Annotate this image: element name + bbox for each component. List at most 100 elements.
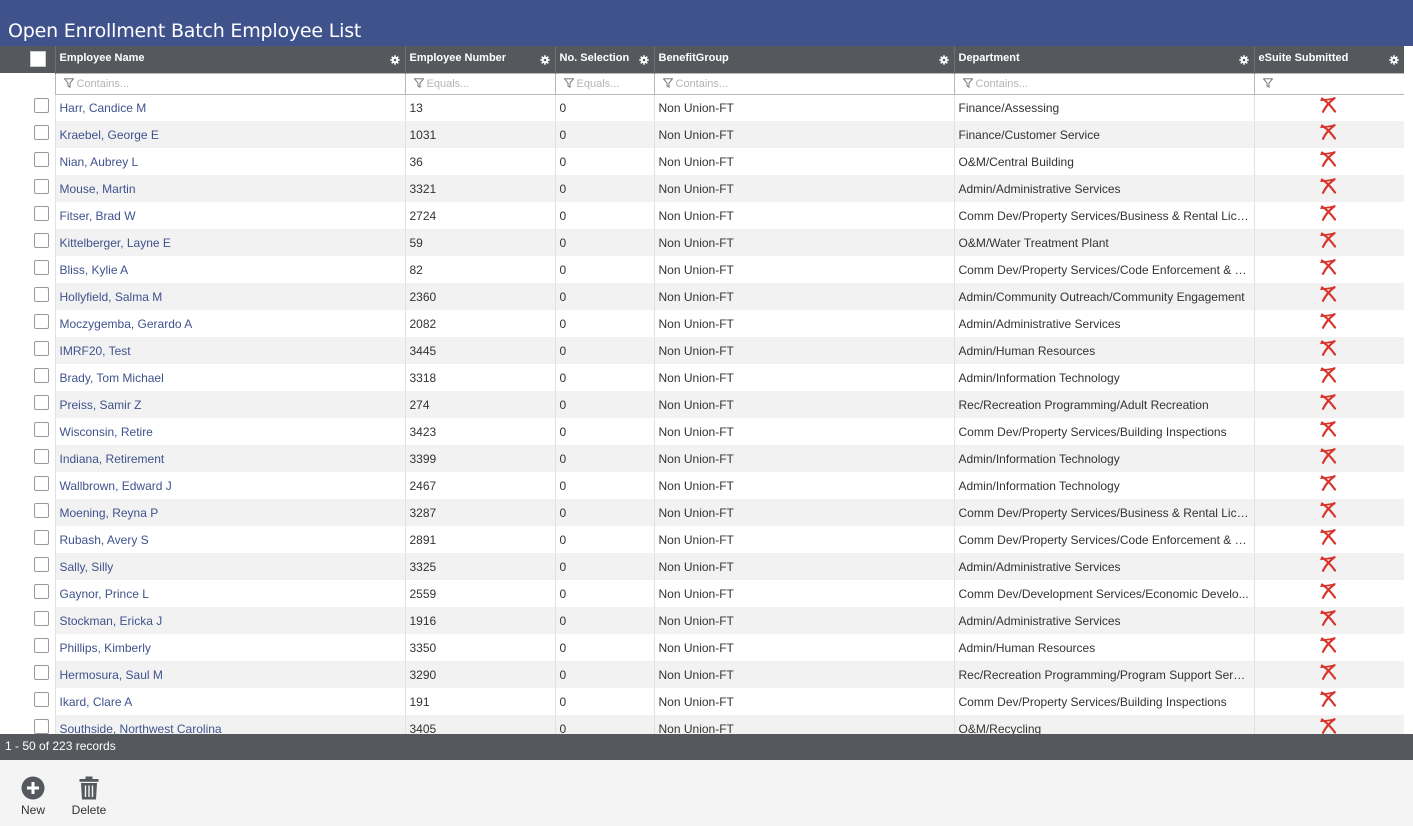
employee-name-link[interactable]: Stockman, Ericka J [60,614,163,628]
table-row[interactable]: Moening, Reyna P 3287 0 Non Union-FT Comm De… [0,499,1404,526]
employee-name-cell[interactable]: Stockman, Ericka J [54,607,405,634]
employee-name-cell[interactable]: Wallbrown, Edward J [54,472,405,499]
column-header-department[interactable]: Department [953,46,1254,73]
table-row[interactable]: Nian, Aubrey L 36 0 Non Union-FT O&M/Central… [0,148,1404,175]
employee-name-link[interactable]: Indiana, Retirement [60,452,165,466]
employee-name-link[interactable]: Southside, Northwest Carolina [60,722,222,735]
employee-name-link[interactable]: Moening, Reyna P [60,506,159,520]
filter-icon[interactable] [1262,78,1273,89]
row-checkbox[interactable] [34,206,49,221]
row-checkbox[interactable] [34,125,49,140]
select-all-checkbox[interactable] [30,51,46,67]
employee-name-cell[interactable]: Gaynor, Prince L [54,580,405,607]
table-row[interactable]: Hollyfield, Salma M 2360 0 Non Union-FT Admi… [0,283,1404,310]
table-row[interactable]: Fitser, Brad W 2724 0 Non Union-FT Comm Dev/… [0,202,1404,229]
table-row[interactable]: Bliss, Kylie A 82 0 Non Union-FT Comm Dev/Pr… [0,256,1404,283]
table-row[interactable]: Brady, Tom Michael 3318 0 Non Union-FT Admin… [0,364,1404,391]
row-checkbox[interactable] [34,314,49,329]
gear-icon[interactable] [1389,55,1399,65]
table-row[interactable]: Mouse, Martin 3321 0 Non Union-FT Admin/Admi… [0,175,1404,202]
employee-name-link[interactable]: Preiss, Samir Z [60,398,142,412]
row-checkbox[interactable] [34,638,49,653]
row-checkbox[interactable] [34,692,49,707]
gear-icon[interactable] [539,55,550,65]
row-checkbox[interactable] [34,584,49,599]
table-row[interactable]: Southside, Northwest Carolina 3405 0 Non Un… [0,715,1404,734]
row-checkbox[interactable] [34,341,49,356]
table-row[interactable]: Kraebel, George E 1031 0 Non Union-FT Financ… [0,121,1404,148]
employee-name-cell[interactable]: Sally, Silly [54,553,405,580]
employee-name-cell[interactable]: Phillips, Kimberly [54,634,405,661]
employee-name-cell[interactable]: Fitser, Brad W [54,202,405,229]
employee-name-cell[interactable]: Moczygemba, Gerardo A [54,310,405,337]
column-header-benefit-group[interactable]: BenefitGroup [653,46,954,73]
employee-name-cell[interactable]: Mouse, Martin [54,175,405,202]
filter-employee-name[interactable]: Contains... [54,72,405,95]
employee-name-link[interactable]: Phillips, Kimberly [60,641,151,655]
employee-name-link[interactable]: IMRF20, Test [60,344,131,358]
employee-name-cell[interactable]: Brady, Tom Michael [54,364,405,391]
filter-icon[interactable] [63,78,74,89]
employee-name-link[interactable]: Rubash, Avery S [60,533,149,547]
table-row[interactable]: Preiss, Samir Z 274 0 Non Union-FT Rec/Recre… [0,391,1404,418]
row-checkbox[interactable] [34,530,49,545]
employee-name-link[interactable]: Hollyfield, Salma M [60,290,163,304]
employee-name-link[interactable]: Bliss, Kylie A [60,263,129,277]
gear-icon[interactable] [638,55,649,65]
employee-name-cell[interactable]: Indiana, Retirement [54,445,405,472]
employee-name-cell[interactable]: IMRF20, Test [54,337,405,364]
employee-name-cell[interactable]: Rubash, Avery S [54,526,405,553]
row-checkbox[interactable] [34,368,49,383]
gear-icon[interactable] [389,55,400,65]
gear-icon[interactable] [938,55,949,65]
row-checkbox[interactable] [34,476,49,491]
filter-employee-number[interactable]: Equals... [404,72,555,95]
employee-name-cell[interactable]: Southside, Northwest Carolina [54,715,405,735]
table-row[interactable]: Phillips, Kimberly 3350 0 Non Union-FT Admin… [0,634,1404,661]
row-checkbox[interactable] [34,449,49,464]
filter-department[interactable]: Contains... [953,72,1254,95]
table-row[interactable]: Wallbrown, Edward J 2467 0 Non Union-FT Admi… [0,472,1404,499]
row-checkbox[interactable] [34,719,49,734]
table-row[interactable]: IMRF20, Test 3445 0 Non Union-FT Admin/Human… [0,337,1404,364]
row-checkbox[interactable] [34,611,49,626]
employee-name-link[interactable]: Moczygemba, Gerardo A [60,317,193,331]
employee-name-cell[interactable]: Kittelberger, Layne E [54,229,405,256]
column-header-employee-name[interactable]: Employee Name [54,46,405,73]
table-row[interactable]: Hermosura, Saul M 3290 0 Non Union-FT Rec/Re… [0,661,1404,688]
employee-name-link[interactable]: Brady, Tom Michael [60,371,164,385]
employee-name-cell[interactable]: Moening, Reyna P [54,499,405,526]
row-checkbox[interactable] [34,665,49,680]
employee-name-cell[interactable]: Preiss, Samir Z [54,391,405,418]
employee-name-link[interactable]: Ikard, Clare A [60,695,133,709]
employee-name-link[interactable]: Gaynor, Prince L [60,587,149,601]
filter-benefit-group[interactable]: Contains... [653,72,954,95]
employee-name-link[interactable]: Wisconsin, Retire [60,425,153,439]
column-header-employee-number[interactable]: Employee Number [404,46,555,73]
filter-no-selection[interactable]: Equals... [554,72,654,95]
row-checkbox[interactable] [34,422,49,437]
row-checkbox[interactable] [34,233,49,248]
table-row[interactable]: Ikard, Clare A 191 0 Non Union-FT Comm Dev/P… [0,688,1404,715]
employee-name-cell[interactable]: Nian, Aubrey L [54,148,405,175]
row-checkbox[interactable] [34,98,49,113]
employee-name-link[interactable]: Harr, Candice M [60,101,147,115]
table-row[interactable]: Harr, Candice M 13 0 Non Union-FT Finance/As… [0,94,1404,121]
filter-icon[interactable] [662,78,673,89]
employee-name-link[interactable]: Nian, Aubrey L [60,155,139,169]
row-checkbox[interactable] [34,557,49,572]
table-row[interactable]: Indiana, Retirement 3399 0 Non Union-FT Admi… [0,445,1404,472]
employee-name-link[interactable]: Mouse, Martin [60,182,136,196]
employee-name-link[interactable]: Sally, Silly [60,560,114,574]
row-checkbox[interactable] [34,503,49,518]
employee-name-link[interactable]: Kittelberger, Layne E [60,236,171,250]
column-header-no-selection[interactable]: No. Selection [554,46,654,73]
row-checkbox[interactable] [34,152,49,167]
gear-icon[interactable] [1238,55,1249,65]
table-row[interactable]: Moczygemba, Gerardo A 2082 0 Non Union-FT Ad… [0,310,1404,337]
row-checkbox[interactable] [34,179,49,194]
table-row[interactable]: Wisconsin, Retire 3423 0 Non Union-FT Comm D… [0,418,1404,445]
employee-name-cell[interactable]: Hermosura, Saul M [54,661,405,688]
filter-icon[interactable] [563,78,574,89]
employee-name-link[interactable]: Fitser, Brad W [60,209,136,223]
